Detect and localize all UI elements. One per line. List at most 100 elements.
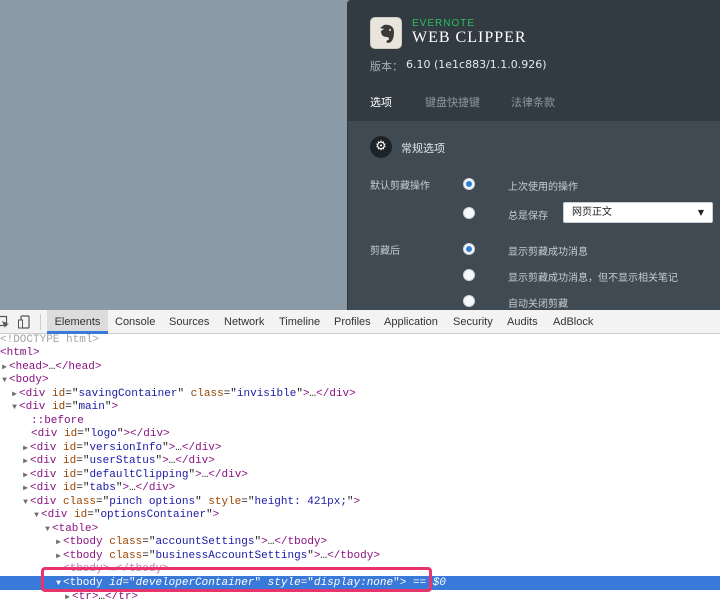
expand-arrow-icon[interactable]: ▶ xyxy=(54,550,63,563)
collapsed-ellipsis: … xyxy=(175,442,182,454)
annotation-highlight-box xyxy=(41,567,432,592)
collapse-arrow-icon[interactable]: ▼ xyxy=(0,374,9,387)
tag-name: head xyxy=(15,361,43,373)
radio-show-success[interactable] xyxy=(463,243,475,255)
toolbar-divider xyxy=(40,314,41,330)
tab-application[interactable]: Application xyxy=(384,310,438,334)
attr-name: id xyxy=(63,455,77,467)
inspect-element-icon[interactable] xyxy=(0,315,10,329)
tag-name: div xyxy=(36,496,57,508)
tree-node-html[interactable]: <html> xyxy=(0,347,720,360)
attr-value: pinch options xyxy=(109,496,196,508)
close-tag: </tbody> xyxy=(327,550,380,562)
close-tag: </div> xyxy=(175,455,215,467)
expand-arrow-icon[interactable]: ▶ xyxy=(21,455,30,468)
attr-name: id xyxy=(74,509,88,521)
radio-auto-close[interactable] xyxy=(463,295,475,307)
collapse-arrow-icon[interactable]: ▼ xyxy=(43,523,52,536)
tag-name: div xyxy=(37,428,58,440)
close-tag: </div> xyxy=(135,482,176,494)
attr-value: logo xyxy=(90,428,117,440)
devtools-toolbar: Elements Console Sources Network Timelin… xyxy=(0,310,720,334)
close-tag: </head> xyxy=(55,361,102,373)
tree-node-tr[interactable]: ▶ <tr>…</tr> xyxy=(0,591,720,604)
section-title: 常规选项 xyxy=(401,142,445,155)
attr-name: class xyxy=(190,388,224,400)
tree-node-doctype[interactable]: <!DOCTYPE html> xyxy=(0,334,720,347)
attr-value: optionsContainer xyxy=(100,509,207,521)
tag-name: div xyxy=(25,388,46,400)
option-show-success-label: 显示剪藏成功消息 xyxy=(508,247,588,258)
radio-always-save[interactable] xyxy=(463,207,475,219)
collapsed-ellipsis: … xyxy=(129,482,136,494)
tag-name: body xyxy=(15,374,43,386)
attr-name: class xyxy=(109,550,143,562)
expand-arrow-icon[interactable]: ▶ xyxy=(21,469,30,482)
tab-network[interactable]: Network xyxy=(224,310,264,334)
tab-sources[interactable]: Sources xyxy=(169,310,209,334)
option-last-used-label: 上次使用的操作 xyxy=(508,182,578,193)
tab-legal-terms[interactable]: 法律条款 xyxy=(511,94,555,110)
radio-last-used[interactable] xyxy=(463,178,475,190)
elephant-icon xyxy=(380,24,394,43)
attr-value: invisible xyxy=(236,388,297,400)
expand-arrow-icon[interactable]: ▶ xyxy=(0,361,9,374)
tree-node-tabs[interactable]: ▶ <div id="tabs">…</div> xyxy=(0,482,720,495)
after-clip-label: 剪藏后 xyxy=(370,246,400,257)
tree-node-version-info[interactable]: ▶ <div id="versionInfo">…</div> xyxy=(0,442,720,455)
tag-name: div xyxy=(36,482,57,494)
attr-value: accountSettings xyxy=(155,536,255,548)
doctype-text: <!DOCTYPE html> xyxy=(0,334,100,346)
tag-name: tbody xyxy=(69,550,103,562)
tab-adblock[interactable]: AdBlock xyxy=(553,310,593,334)
tab-options[interactable]: 选项 xyxy=(370,94,392,110)
expand-arrow-icon[interactable]: ▶ xyxy=(10,388,19,401)
tag-name: div xyxy=(36,442,57,454)
attr-value: main xyxy=(78,401,105,413)
version-label: 版本： xyxy=(370,60,403,73)
tree-node-head[interactable]: ▶ <head>…</head> xyxy=(0,361,720,374)
pseudo-element: ::before xyxy=(31,415,84,427)
expand-arrow-icon[interactable]: ▶ xyxy=(63,591,72,604)
expand-arrow-icon[interactable]: ▶ xyxy=(54,536,63,549)
tab-security[interactable]: Security xyxy=(453,310,493,334)
option-always-save-label: 总是保存 xyxy=(508,211,548,222)
attr-name: id xyxy=(63,482,77,494)
collapse-arrow-icon[interactable]: ▼ xyxy=(21,496,30,509)
tab-timeline[interactable]: Timeline xyxy=(279,310,320,334)
tree-node-main[interactable]: ▼ <div id="main"> xyxy=(0,401,720,414)
tree-node-saving-container[interactable]: ▶ <div id="savingContainer" class="invisi… xyxy=(0,388,720,401)
close-tag: </div> xyxy=(181,442,222,454)
tree-node-business-account-settings[interactable]: ▶ <tbody class="businessAccountSettings">… xyxy=(0,550,720,563)
collapse-arrow-icon[interactable]: ▼ xyxy=(32,509,41,522)
close-tag: </tr> xyxy=(105,591,139,603)
tree-node-table[interactable]: ▼ <table> xyxy=(0,523,720,536)
tree-node-before[interactable]: ::before xyxy=(0,415,720,428)
popup-header: EVERNOTE WEB CLIPPER 版本： 6.10 (1e1c883/1… xyxy=(348,1,720,121)
tab-console[interactable]: Console xyxy=(115,310,155,334)
tree-node-pinch-options[interactable]: ▼ <div class="pinch options" style="heigh… xyxy=(0,496,720,509)
tab-audits[interactable]: Audits xyxy=(507,310,538,334)
tag-name: tbody xyxy=(69,536,103,548)
save-type-select[interactable]: 网页正文 ▼ xyxy=(563,202,713,223)
tree-node-body[interactable]: ▼ <body> xyxy=(0,374,720,387)
tag-name: tr xyxy=(78,591,92,603)
attr-value: businessAccountSettings xyxy=(155,550,308,562)
tree-node-user-status[interactable]: ▶ <div id="userStatus">…</div> xyxy=(0,455,720,468)
expand-arrow-icon[interactable]: ▶ xyxy=(21,482,30,495)
tag-name: div xyxy=(36,469,57,481)
tree-node-default-clipping[interactable]: ▶ <div id="defaultClipping">…</div> xyxy=(0,469,720,482)
product-title: WEB CLIPPER xyxy=(412,29,527,46)
tree-node-logo[interactable]: <div id="logo"></div> xyxy=(0,428,720,441)
tag-name: div xyxy=(47,509,68,521)
tab-profiles[interactable]: Profiles xyxy=(334,310,371,334)
attr-value: userStatus xyxy=(89,455,156,467)
tab-keyboard-shortcuts[interactable]: 键盘快捷键 xyxy=(425,94,480,110)
collapse-arrow-icon[interactable]: ▼ xyxy=(10,401,19,414)
radio-show-success-no-notes[interactable] xyxy=(463,269,475,281)
close-tag: </div> xyxy=(316,388,356,400)
expand-arrow-icon[interactable]: ▶ xyxy=(21,442,30,455)
tree-node-account-settings[interactable]: ▶ <tbody class="accountSettings">…</tbody… xyxy=(0,536,720,549)
device-toolbar-icon[interactable] xyxy=(18,315,32,329)
tree-node-options-container[interactable]: ▼ <div id="optionsContainer"> xyxy=(0,509,720,522)
